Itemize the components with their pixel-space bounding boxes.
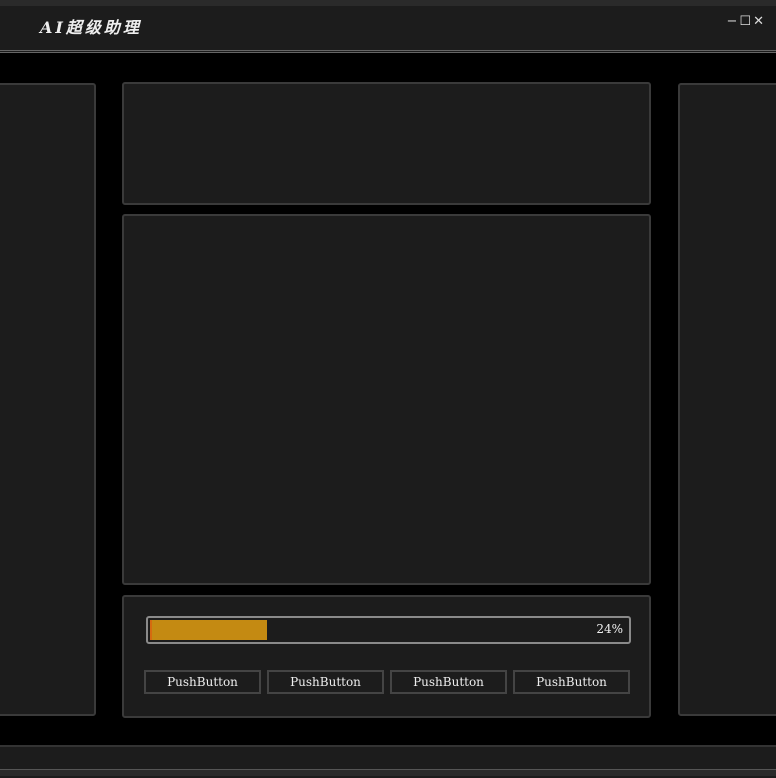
- push-button-3[interactable]: PushButton: [390, 670, 507, 694]
- push-button-2[interactable]: PushButton: [267, 670, 384, 694]
- push-button-1[interactable]: PushButton: [144, 670, 261, 694]
- close-button[interactable]: ✕: [753, 14, 764, 29]
- right-panel: [678, 83, 776, 716]
- minimize-button[interactable]: −: [727, 14, 738, 29]
- bottom-edge: [0, 769, 776, 776]
- main-center-panel: [122, 214, 651, 585]
- control-panel: 24% PushButton PushButton PushButton Pus…: [122, 595, 651, 718]
- title-bar[interactable]: AI超级助理 − ☐ ✕: [0, 6, 776, 53]
- button-row: PushButton PushButton PushButton PushBut…: [144, 670, 630, 694]
- top-center-panel: [122, 82, 651, 205]
- left-panel: [0, 83, 96, 716]
- progress-label: 24%: [596, 622, 623, 636]
- progress-bar: 24%: [146, 616, 631, 644]
- progress-fill: [150, 620, 268, 640]
- push-button-4[interactable]: PushButton: [513, 670, 630, 694]
- window-title: AI超级助理: [40, 18, 142, 37]
- maximize-button[interactable]: ☐: [739, 14, 751, 29]
- window-controls: − ☐ ✕: [727, 14, 764, 29]
